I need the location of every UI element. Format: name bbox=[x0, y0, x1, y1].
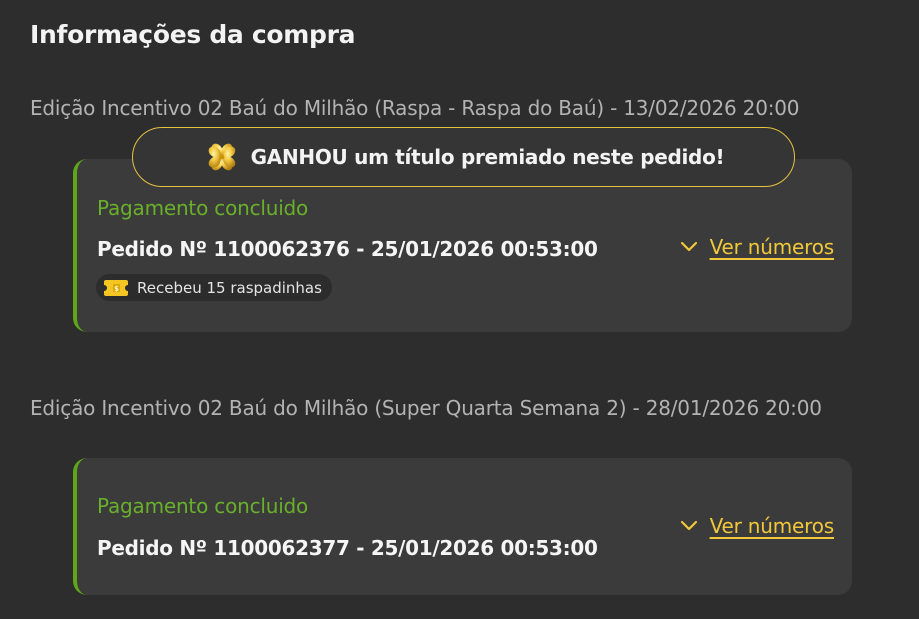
order-card: Pagamento concluido Pedido Nº 1100062377… bbox=[73, 458, 852, 595]
payment-status: Pagamento concluido bbox=[97, 196, 309, 220]
svg-text:$: $ bbox=[114, 285, 119, 293]
chevron-down-icon bbox=[680, 241, 697, 252]
page-title: Informações da compra bbox=[30, 20, 356, 49]
view-numbers-button[interactable]: Ver números bbox=[680, 514, 834, 538]
ticket-icon: $ bbox=[104, 279, 128, 296]
chevron-down-icon bbox=[680, 520, 697, 531]
view-numbers-label: Ver números bbox=[709, 235, 835, 259]
edition-title: Edição Incentivo 02 Baú do Milhão (Super… bbox=[30, 396, 822, 420]
payment-status: Pagamento concluido bbox=[97, 494, 309, 518]
clover-icon bbox=[208, 143, 235, 171]
winner-badge: GANHOU um título premiado neste pedido! bbox=[132, 127, 795, 187]
order-number: Pedido Nº 1100062376 - 25/01/2026 00:53:… bbox=[97, 237, 598, 261]
reward-chip: $ Recebeu 15 raspadinhas bbox=[96, 274, 332, 301]
reward-label: Recebeu 15 raspadinhas bbox=[137, 278, 322, 297]
view-numbers-button[interactable]: Ver números bbox=[680, 235, 834, 259]
order-number: Pedido Nº 1100062377 - 25/01/2026 00:53:… bbox=[97, 536, 598, 560]
view-numbers-label: Ver números bbox=[709, 514, 835, 538]
edition-title: Edição Incentivo 02 Baú do Milhão (Raspa… bbox=[30, 96, 800, 120]
winner-label: GANHOU um título premiado neste pedido! bbox=[250, 145, 725, 169]
